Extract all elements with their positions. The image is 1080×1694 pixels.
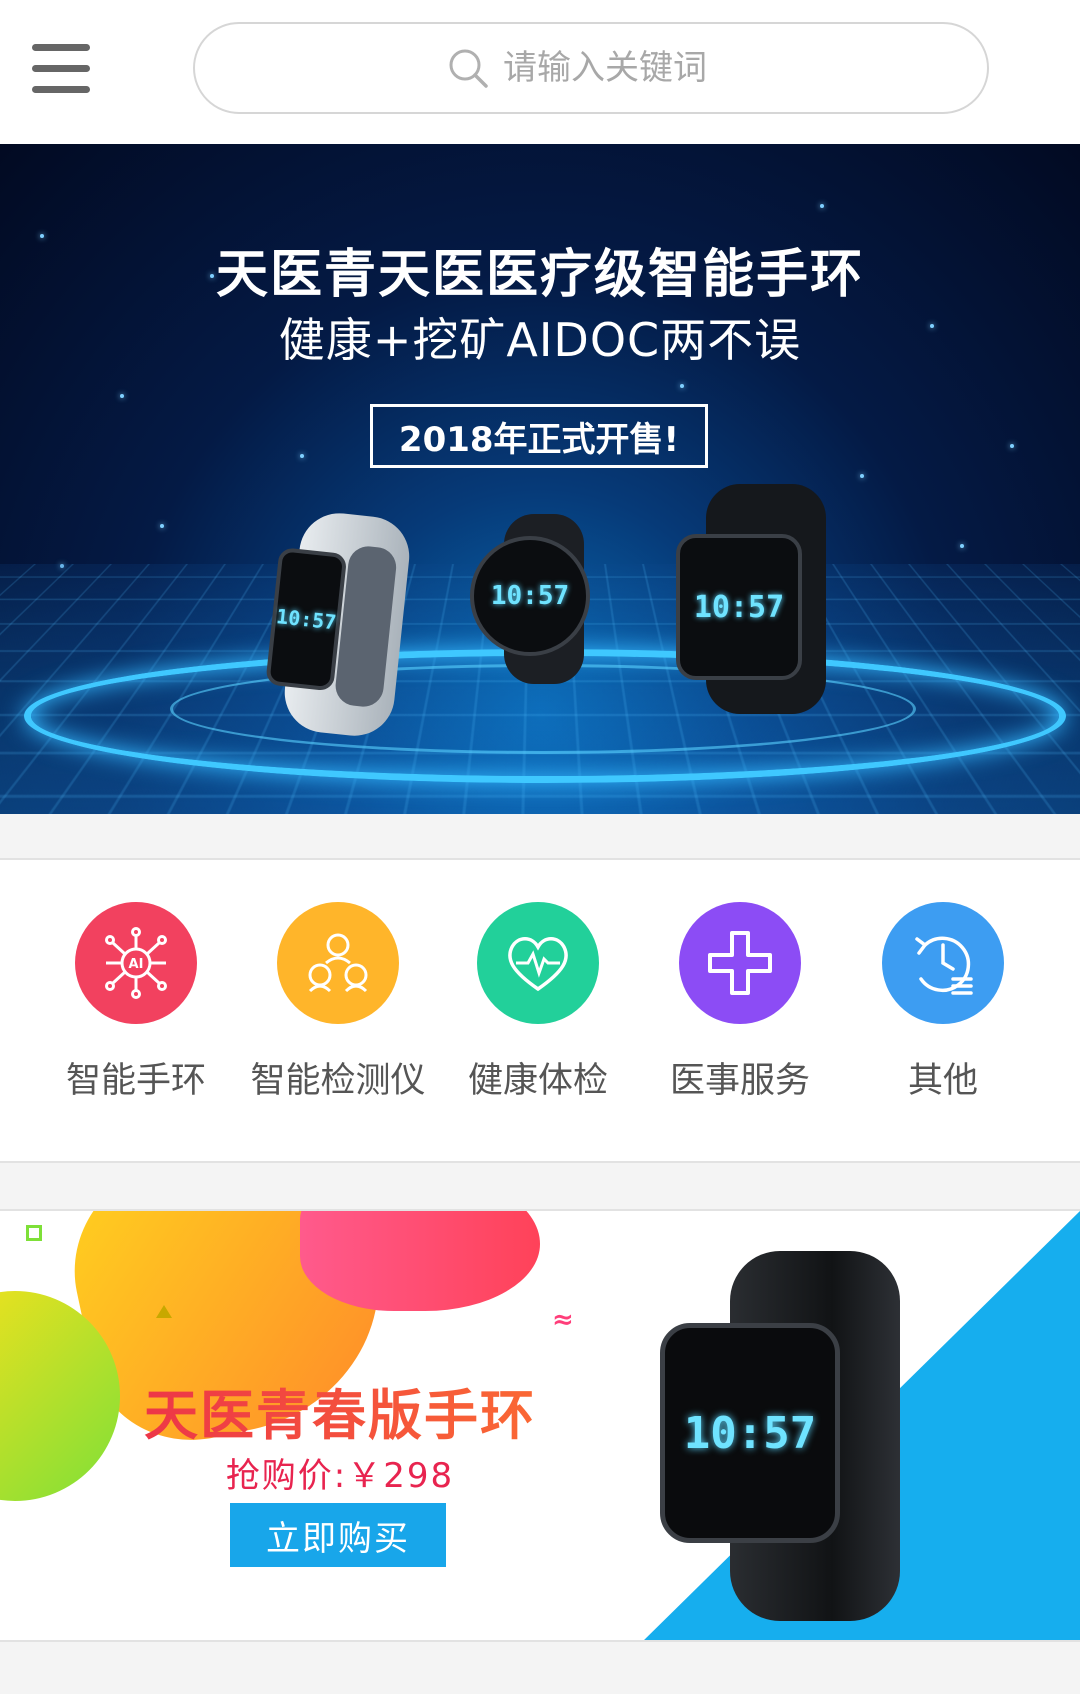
decor-square — [26, 1225, 42, 1241]
square-watch-image: 10:57 — [676, 484, 836, 714]
hero-subtitle: 健康+挖矿AIDOC两不误 — [0, 304, 1080, 370]
watch-display: 10:57 — [470, 536, 590, 656]
category-label: 其他 — [843, 1052, 1043, 1103]
round-watch-image: 10:57 — [470, 514, 610, 684]
hero-badge: 2018年正式开售! — [370, 404, 708, 468]
category-label: 健康体检 — [438, 1052, 638, 1103]
medical-cross-icon — [679, 902, 801, 1024]
decor-blob — [300, 1209, 540, 1311]
category-smart-band[interactable]: AI 智能手环 — [36, 902, 236, 1103]
hamburger-menu-icon[interactable] — [32, 44, 92, 94]
category-nav: AI 智能手环 智能检测仪 健康体检 医事服务 其他 — [0, 858, 1080, 1163]
people-group-icon — [277, 902, 399, 1024]
watch-display: 10:57 — [660, 1323, 840, 1543]
clock-history-icon — [882, 902, 1004, 1024]
svg-text:AI: AI — [129, 957, 144, 972]
white-band-watch-image: 10:57 — [261, 507, 423, 740]
category-label: 智能手环 — [36, 1052, 236, 1103]
search-bar[interactable] — [193, 22, 989, 114]
category-label: 智能检测仪 — [238, 1052, 438, 1103]
heart-pulse-icon — [477, 902, 599, 1024]
hero-banner[interactable]: 天医青天医医疗级智能手环 健康+挖矿AIDOC两不误 2018年正式开售! 10… — [0, 144, 1080, 814]
decor-wave-icon: ≈ — [552, 1315, 574, 1325]
top-header — [0, 0, 1080, 144]
category-health-check[interactable]: 健康体检 — [438, 902, 638, 1103]
search-icon — [447, 47, 489, 89]
hero-title: 天医青天医医疗级智能手环 — [0, 232, 1080, 307]
category-label: 医事服务 — [640, 1052, 840, 1103]
decor-triangle — [156, 1305, 172, 1318]
promo-banner[interactable]: ≈ 天医青春版手环 抢购价:￥298 立即购买 10:57 — [0, 1209, 1080, 1642]
ai-network-icon: AI — [75, 902, 197, 1024]
category-smart-detector[interactable]: 智能检测仪 — [238, 902, 438, 1103]
promo-watch-image: 10:57 — [660, 1251, 900, 1621]
category-other[interactable]: 其他 — [843, 902, 1043, 1103]
promo-price: 抢购价:￥298 — [0, 1448, 680, 1497]
watch-display: 10:57 — [676, 534, 802, 680]
watch-display: 10:57 — [265, 547, 347, 691]
buy-now-button[interactable]: 立即购买 — [230, 1503, 446, 1567]
search-input[interactable] — [501, 47, 735, 89]
promo-title: 天医青春版手环 — [0, 1371, 680, 1450]
category-medical-service[interactable]: 医事服务 — [640, 902, 840, 1103]
